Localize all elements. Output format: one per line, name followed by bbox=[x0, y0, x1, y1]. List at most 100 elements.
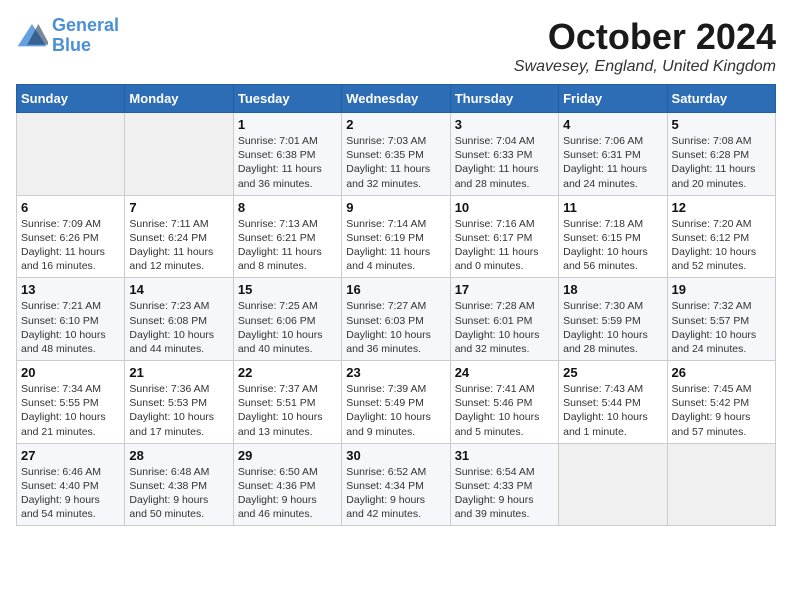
day-number: 20 bbox=[21, 365, 120, 380]
day-number: 21 bbox=[129, 365, 228, 380]
calendar-cell: 2Sunrise: 7:03 AM Sunset: 6:35 PM Daylig… bbox=[342, 113, 450, 196]
calendar-cell: 26 Sunrise: 7:45 AM Sunset: 5:42 PM Dayli… bbox=[667, 361, 775, 444]
calendar-cell: 29 Sunrise: 6:50 AM Sunset: 4:36 PM Dayli… bbox=[233, 443, 341, 526]
day-info: Sunrise: 7:14 AM Sunset: 6:19 PM Dayligh… bbox=[346, 217, 445, 274]
calendar-cell: 14 Sunrise: 7:23 AM Sunset: 6:08 PM Dayli… bbox=[125, 278, 233, 361]
calendar-table: SundayMondayTuesdayWednesdayThursdayFrid… bbox=[16, 84, 776, 526]
day-number: 24 bbox=[455, 365, 554, 380]
day-info: Sunrise: 6:46 AM Sunset: 4:40 PM Dayligh… bbox=[21, 465, 120, 522]
day-info: Sunrise: 7:16 AM Sunset: 6:17 PM Dayligh… bbox=[455, 217, 554, 274]
calendar-cell: 10Sunrise: 7:16 AM Sunset: 6:17 PM Dayli… bbox=[450, 195, 558, 278]
calendar-cell: 25Sunrise: 7:43 AM Sunset: 5:44 PM Dayli… bbox=[559, 361, 667, 444]
day-number: 29 bbox=[238, 448, 337, 463]
day-info: Sunrise: 7:41 AM Sunset: 5:46 PM Dayligh… bbox=[455, 382, 554, 439]
logo-icon bbox=[16, 22, 48, 50]
calendar-cell: 9 Sunrise: 7:14 AM Sunset: 6:19 PM Daylig… bbox=[342, 195, 450, 278]
day-info: Sunrise: 7:11 AM Sunset: 6:24 PM Dayligh… bbox=[129, 217, 228, 274]
calendar-cell: 17 Sunrise: 7:28 AM Sunset: 6:01 PM Dayli… bbox=[450, 278, 558, 361]
day-header-friday: Friday bbox=[559, 85, 667, 113]
calendar-cell: 6 Sunrise: 7:09 AM Sunset: 6:26 PM Daylig… bbox=[17, 195, 125, 278]
day-number: 14 bbox=[129, 282, 228, 297]
day-info: Sunrise: 6:50 AM Sunset: 4:36 PM Dayligh… bbox=[238, 465, 337, 522]
calendar-cell: 22 Sunrise: 7:37 AM Sunset: 5:51 PM Dayli… bbox=[233, 361, 341, 444]
calendar-cell: 27Sunrise: 6:46 AM Sunset: 4:40 PM Dayli… bbox=[17, 443, 125, 526]
calendar-cell: 5Sunrise: 7:08 AM Sunset: 6:28 PM Daylig… bbox=[667, 113, 775, 196]
calendar-cell: 18 Sunrise: 7:30 AM Sunset: 5:59 PM Dayli… bbox=[559, 278, 667, 361]
calendar-week-row: 27Sunrise: 6:46 AM Sunset: 4:40 PM Dayli… bbox=[17, 443, 776, 526]
day-number: 15 bbox=[238, 282, 337, 297]
calendar-cell: 21 Sunrise: 7:36 AM Sunset: 5:53 PM Dayli… bbox=[125, 361, 233, 444]
day-info: Sunrise: 7:30 AM Sunset: 5:59 PM Dayligh… bbox=[563, 299, 662, 356]
day-info: Sunrise: 7:04 AM Sunset: 6:33 PM Dayligh… bbox=[455, 134, 554, 191]
day-info: Sunrise: 7:45 AM Sunset: 5:42 PM Dayligh… bbox=[672, 382, 771, 439]
logo-text: General Blue bbox=[52, 16, 119, 56]
calendar-cell: 4Sunrise: 7:06 AM Sunset: 6:31 PM Daylig… bbox=[559, 113, 667, 196]
calendar-week-row: 20 Sunrise: 7:34 AM Sunset: 5:55 PM Dayli… bbox=[17, 361, 776, 444]
day-info: Sunrise: 7:09 AM Sunset: 6:26 PM Dayligh… bbox=[21, 217, 120, 274]
day-info: Sunrise: 7:25 AM Sunset: 6:06 PM Dayligh… bbox=[238, 299, 337, 356]
day-info: Sunrise: 7:23 AM Sunset: 6:08 PM Dayligh… bbox=[129, 299, 228, 356]
calendar-cell: 23 Sunrise: 7:39 AM Sunset: 5:49 PM Dayli… bbox=[342, 361, 450, 444]
day-number: 6 bbox=[21, 200, 120, 215]
day-header-saturday: Saturday bbox=[667, 85, 775, 113]
day-header-sunday: Sunday bbox=[17, 85, 125, 113]
day-info: Sunrise: 7:32 AM Sunset: 5:57 PM Dayligh… bbox=[672, 299, 771, 356]
calendar-cell: 13 Sunrise: 7:21 AM Sunset: 6:10 PM Dayli… bbox=[17, 278, 125, 361]
day-info: Sunrise: 7:13 AM Sunset: 6:21 PM Dayligh… bbox=[238, 217, 337, 274]
calendar-cell: 3 Sunrise: 7:04 AM Sunset: 6:33 PM Daylig… bbox=[450, 113, 558, 196]
calendar-week-row: 13 Sunrise: 7:21 AM Sunset: 6:10 PM Dayli… bbox=[17, 278, 776, 361]
day-header-thursday: Thursday bbox=[450, 85, 558, 113]
title-block: October 2024 Swavesey, England, United K… bbox=[514, 16, 776, 76]
calendar-cell: 1Sunrise: 7:01 AM Sunset: 6:38 PM Daylig… bbox=[233, 113, 341, 196]
calendar-cell: 8Sunrise: 7:13 AM Sunset: 6:21 PM Daylig… bbox=[233, 195, 341, 278]
day-number: 11 bbox=[563, 200, 662, 215]
day-number: 2 bbox=[346, 117, 445, 132]
day-info: Sunrise: 7:21 AM Sunset: 6:10 PM Dayligh… bbox=[21, 299, 120, 356]
day-number: 1 bbox=[238, 117, 337, 132]
calendar-cell: 7 Sunrise: 7:11 AM Sunset: 6:24 PM Daylig… bbox=[125, 195, 233, 278]
calendar-cell bbox=[667, 443, 775, 526]
day-number: 30 bbox=[346, 448, 445, 463]
location: Swavesey, England, United Kingdom bbox=[514, 58, 776, 76]
day-number: 28 bbox=[129, 448, 228, 463]
day-number: 19 bbox=[672, 282, 771, 297]
day-info: Sunrise: 7:27 AM Sunset: 6:03 PM Dayligh… bbox=[346, 299, 445, 356]
day-info: Sunrise: 7:28 AM Sunset: 6:01 PM Dayligh… bbox=[455, 299, 554, 356]
day-info: Sunrise: 7:37 AM Sunset: 5:51 PM Dayligh… bbox=[238, 382, 337, 439]
day-number: 18 bbox=[563, 282, 662, 297]
day-number: 23 bbox=[346, 365, 445, 380]
calendar-cell: 11Sunrise: 7:18 AM Sunset: 6:15 PM Dayli… bbox=[559, 195, 667, 278]
day-info: Sunrise: 7:06 AM Sunset: 6:31 PM Dayligh… bbox=[563, 134, 662, 191]
day-info: Sunrise: 6:54 AM Sunset: 4:33 PM Dayligh… bbox=[455, 465, 554, 522]
calendar-cell: 20 Sunrise: 7:34 AM Sunset: 5:55 PM Dayli… bbox=[17, 361, 125, 444]
day-number: 13 bbox=[21, 282, 120, 297]
calendar-cell: 15 Sunrise: 7:25 AM Sunset: 6:06 PM Dayli… bbox=[233, 278, 341, 361]
day-number: 3 bbox=[455, 117, 554, 132]
day-header-tuesday: Tuesday bbox=[233, 85, 341, 113]
calendar-week-row: 1Sunrise: 7:01 AM Sunset: 6:38 PM Daylig… bbox=[17, 113, 776, 196]
day-info: Sunrise: 6:52 AM Sunset: 4:34 PM Dayligh… bbox=[346, 465, 445, 522]
calendar-cell: 12Sunrise: 7:20 AM Sunset: 6:12 PM Dayli… bbox=[667, 195, 775, 278]
day-number: 17 bbox=[455, 282, 554, 297]
day-number: 5 bbox=[672, 117, 771, 132]
calendar-week-row: 6 Sunrise: 7:09 AM Sunset: 6:26 PM Daylig… bbox=[17, 195, 776, 278]
calendar-cell bbox=[17, 113, 125, 196]
calendar-cell: 16Sunrise: 7:27 AM Sunset: 6:03 PM Dayli… bbox=[342, 278, 450, 361]
calendar-cell: 24 Sunrise: 7:41 AM Sunset: 5:46 PM Dayli… bbox=[450, 361, 558, 444]
day-info: Sunrise: 7:34 AM Sunset: 5:55 PM Dayligh… bbox=[21, 382, 120, 439]
calendar-cell: 28 Sunrise: 6:48 AM Sunset: 4:38 PM Dayli… bbox=[125, 443, 233, 526]
calendar-cell: 19 Sunrise: 7:32 AM Sunset: 5:57 PM Dayli… bbox=[667, 278, 775, 361]
day-number: 25 bbox=[563, 365, 662, 380]
day-info: Sunrise: 7:36 AM Sunset: 5:53 PM Dayligh… bbox=[129, 382, 228, 439]
calendar-cell: 31 Sunrise: 6:54 AM Sunset: 4:33 PM Dayli… bbox=[450, 443, 558, 526]
day-info: Sunrise: 6:48 AM Sunset: 4:38 PM Dayligh… bbox=[129, 465, 228, 522]
calendar-cell bbox=[125, 113, 233, 196]
day-info: Sunrise: 7:20 AM Sunset: 6:12 PM Dayligh… bbox=[672, 217, 771, 274]
day-number: 9 bbox=[346, 200, 445, 215]
day-number: 22 bbox=[238, 365, 337, 380]
day-number: 7 bbox=[129, 200, 228, 215]
day-number: 26 bbox=[672, 365, 771, 380]
day-number: 31 bbox=[455, 448, 554, 463]
day-info: Sunrise: 7:39 AM Sunset: 5:49 PM Dayligh… bbox=[346, 382, 445, 439]
calendar-cell bbox=[559, 443, 667, 526]
